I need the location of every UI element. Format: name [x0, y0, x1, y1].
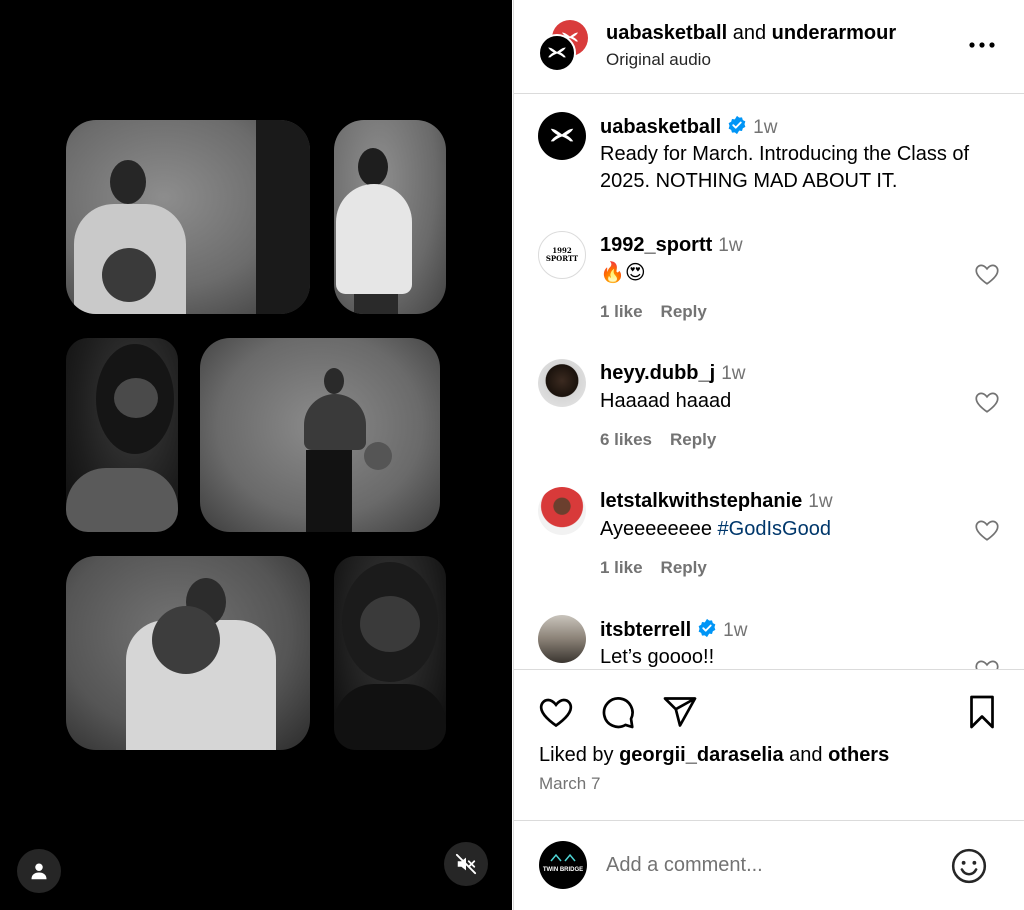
video-tile-1: [66, 120, 310, 314]
comment-avatar[interactable]: [538, 487, 586, 535]
post-header: uabasketball and underarmour Original au…: [514, 0, 1024, 94]
comment-likes[interactable]: 1 like: [600, 558, 643, 577]
heart-icon[interactable]: [538, 694, 574, 730]
comment-username[interactable]: heyy.dubb_j: [600, 362, 715, 384]
current-user-avatar-text: TWIN BRIDGE: [542, 867, 584, 873]
reply-button[interactable]: Reply: [670, 430, 716, 449]
post-panel: uabasketball and underarmour Original au…: [513, 0, 1024, 910]
comment-author: 1992_sportt 1w: [600, 234, 743, 257]
liked-by-summary: Liked by georgii_daraselia and others: [539, 744, 889, 767]
ua-logo-icon: [548, 46, 566, 57]
comment-avatar[interactable]: [538, 359, 586, 407]
post-date[interactable]: March 7: [539, 774, 600, 794]
comment-avatar-logo-text: 1992 SPORTT: [545, 246, 579, 263]
emoji-icon[interactable]: [950, 847, 988, 885]
comment-author: heyy.dubb_j 1w: [600, 362, 746, 385]
mute-button[interactable]: [444, 842, 488, 886]
account-link-uabasketball[interactable]: uabasketball: [606, 22, 727, 44]
comment-text: Let’s goooo!!: [600, 646, 715, 668]
video-tile-4: [200, 338, 440, 532]
comment-time: 1w: [718, 235, 743, 256]
share-icon[interactable]: [662, 694, 698, 730]
comment-time: 1w: [723, 620, 748, 641]
verified-badge-icon: [728, 115, 746, 135]
bookmark-icon[interactable]: [964, 694, 1000, 730]
video-tile-6: [334, 556, 446, 750]
collab-avatars[interactable]: [538, 20, 590, 72]
comment-time: 1w: [808, 491, 833, 512]
heart-icon[interactable]: [974, 261, 1000, 287]
video-tile-2: [334, 120, 446, 314]
comment-icon[interactable]: [600, 694, 636, 730]
comment-meta: 6 likes Reply: [600, 430, 734, 450]
comment-meta: 1 like Reply: [600, 558, 725, 578]
current-user-avatar[interactable]: TWIN BRIDGE: [539, 841, 587, 889]
comment-text-body: Ayeeeeeeee: [600, 518, 718, 540]
heart-icon[interactable]: [974, 517, 1000, 543]
caption-time: 1w: [753, 117, 778, 138]
heart-icon[interactable]: [974, 389, 1000, 415]
comment-text: Ayeeeeeeee #GodIsGood: [600, 516, 995, 543]
more-options-button[interactable]: [967, 30, 997, 60]
more-icon: [969, 42, 995, 48]
collab-joiner: and: [732, 22, 767, 44]
comment-username[interactable]: letstalkwithstephanie: [600, 490, 802, 512]
comment-username[interactable]: 1992_sportt: [600, 234, 712, 256]
comment-text: Haaaad haaad: [600, 390, 732, 412]
caption-avatar[interactable]: [538, 112, 586, 160]
liked-by-prefix: Liked by: [539, 744, 614, 766]
caption-text: Ready for March. Introducing the Class o…: [600, 143, 970, 192]
comment-likes[interactable]: 1 like: [600, 302, 643, 321]
verified-badge-icon: [698, 618, 716, 638]
comment-text: 🔥😍: [600, 262, 646, 284]
mute-icon: [455, 853, 477, 875]
caption-author: uabasketball 1w: [600, 115, 777, 139]
uabasketball-avatar[interactable]: [538, 34, 576, 72]
comment-input[interactable]: [606, 849, 936, 881]
comment-author: letstalkwithstephanie 1w: [600, 490, 833, 513]
comment-avatar[interactable]: [538, 615, 586, 663]
audio-link[interactable]: Original audio: [606, 50, 711, 70]
add-comment-bar: TWIN BRIDGE: [514, 820, 1024, 910]
comment-meta: 1 like Reply: [600, 302, 725, 322]
liked-by-and: and: [789, 744, 823, 766]
account-link-underarmour[interactable]: underarmour: [772, 22, 896, 44]
comment-time: 1w: [721, 363, 746, 384]
collab-title: uabasketball and underarmour: [606, 22, 896, 45]
heart-icon[interactable]: [974, 657, 1000, 669]
reply-button[interactable]: Reply: [661, 302, 707, 321]
video-tile-5: [66, 556, 310, 750]
liked-by-user-link[interactable]: georgii_daraselia: [619, 744, 784, 766]
comment-username[interactable]: itsbterrell: [600, 619, 691, 641]
comment-likes[interactable]: 6 likes: [600, 430, 652, 449]
comment-author: itsbterrell 1w: [600, 618, 747, 642]
comment-avatar[interactable]: 1992 SPORTT: [538, 231, 586, 279]
caption-username[interactable]: uabasketball: [600, 116, 721, 138]
post-actions: Liked by georgii_daraselia and others Ma…: [514, 669, 1024, 800]
video-tile-3: [66, 338, 178, 532]
twin-bridge-logo-icon: [550, 853, 576, 862]
comments-list[interactable]: uabasketball 1w Ready for March. Introduc…: [514, 95, 1024, 669]
hashtag-link[interactable]: #GodIsGood: [718, 518, 831, 540]
ua-logo-icon: [550, 128, 574, 141]
reply-button[interactable]: Reply: [661, 558, 707, 577]
liked-by-others-link[interactable]: others: [828, 744, 889, 766]
reel-video[interactable]: [0, 0, 512, 910]
profile-icon: [31, 863, 47, 880]
tagged-profile-button[interactable]: [17, 849, 61, 893]
